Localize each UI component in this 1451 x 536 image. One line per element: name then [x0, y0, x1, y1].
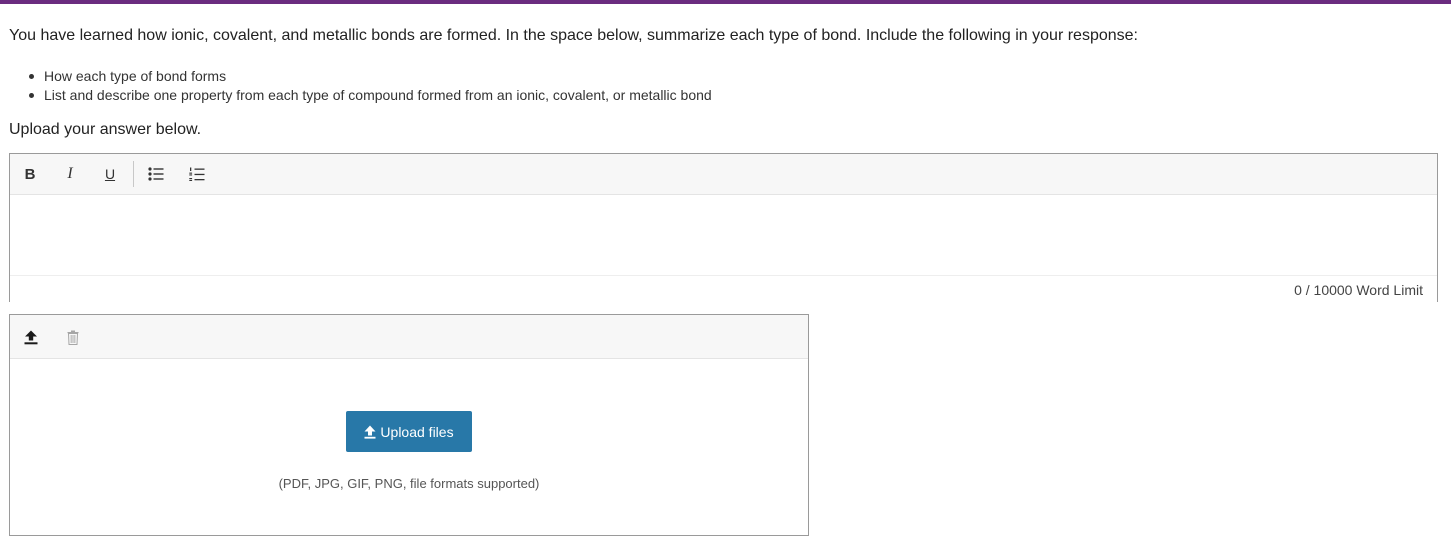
bold-button[interactable]: B [18, 163, 42, 185]
bulleted-list-icon [148, 167, 164, 181]
trash-icon [67, 330, 79, 345]
upload-icon [364, 425, 376, 439]
rich-text-editor: B I U 0 / 10000 Word Limit [9, 153, 1438, 302]
question-prompt: You have learned how ionic, covalent, an… [9, 27, 1138, 44]
word-count-value: 0 [1294, 282, 1302, 298]
uploader-toolbar [10, 315, 808, 359]
list-item: List and describe one property from each… [29, 87, 712, 103]
toolbar-divider [133, 161, 134, 187]
numbered-list-button[interactable] [185, 163, 209, 185]
top-accent-bar [0, 0, 1451, 4]
editor-toolbar: B I U [10, 154, 1437, 195]
upload-instruction: Upload your answer below. [9, 121, 202, 138]
list-item: How each type of bond forms [29, 67, 712, 86]
supported-formats-note: (PDF, JPG, GIF, PNG, file formats suppor… [278, 476, 540, 491]
numbered-list-icon [189, 167, 205, 181]
file-uploader: Upload files (PDF, JPG, GIF, PNG, file f… [9, 314, 809, 536]
requirements-list: How each type of bond forms List and des… [29, 67, 712, 105]
toolbar-delete-button[interactable] [62, 326, 84, 348]
underline-button[interactable]: U [98, 163, 122, 185]
upload-files-label: Upload files [380, 423, 454, 440]
bulleted-list-button[interactable] [144, 163, 168, 185]
toolbar-upload-button[interactable] [20, 326, 42, 348]
editor-footer: 0 / 10000 Word Limit [10, 275, 1437, 302]
upload-icon [24, 330, 38, 344]
editor-text-area[interactable] [10, 195, 1437, 276]
word-count: 0 / 10000 Word Limit [1294, 282, 1423, 298]
word-limit-label: / 10000 Word Limit [1305, 282, 1423, 298]
italic-button[interactable]: I [58, 163, 82, 185]
upload-files-button[interactable]: Upload files [346, 411, 472, 452]
